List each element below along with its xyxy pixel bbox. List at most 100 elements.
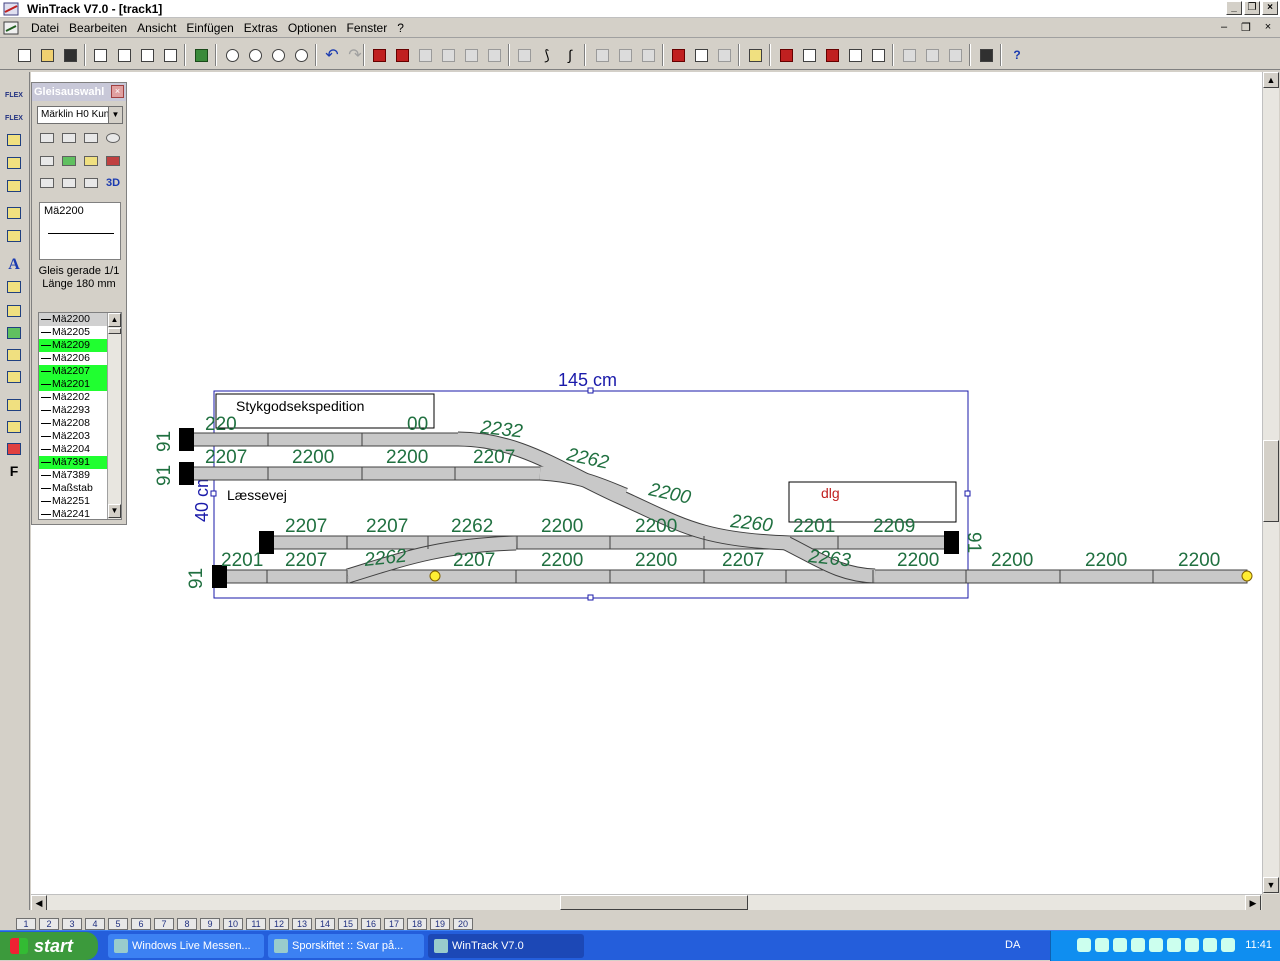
- page-tab[interactable]: 1: [16, 918, 36, 930]
- page-tabs-row: 1 2 3 4 5 6 7 8 9 10 11 12 13 14 15 16 17 18 19 20: [0, 910, 1280, 930]
- horizontal-scrollbar[interactable]: ◀ ▶: [31, 894, 1262, 911]
- tree-icon[interactable]: [60, 153, 78, 169]
- track-label: 2207: [722, 550, 764, 571]
- task-messenger[interactable]: Windows Live Messen...: [108, 934, 264, 958]
- track-label: 2200: [386, 447, 428, 468]
- page-tab[interactable]: 9: [200, 918, 220, 930]
- track-label: 2200: [541, 550, 583, 571]
- tray-icon: [1221, 938, 1235, 952]
- page-tab[interactable]: 14: [315, 918, 335, 930]
- tray-icon: [1131, 938, 1145, 952]
- track-layout: 145 cm 40 cm Stykgodsekspedition dlg Læs…: [154, 370, 1253, 601]
- track-label: 2207: [453, 550, 495, 571]
- scroll-right-icon[interactable]: ▶: [1245, 895, 1261, 911]
- page-tab[interactable]: 12: [269, 918, 289, 930]
- page-tab[interactable]: 13: [292, 918, 312, 930]
- track-symbol-icon: [41, 318, 51, 320]
- page-tab[interactable]: 7: [154, 918, 174, 930]
- track-label: 2262: [451, 516, 493, 537]
- platform-icon[interactable]: [82, 153, 100, 169]
- track-label: 2201: [221, 550, 263, 571]
- language-indicator[interactable]: DA: [1005, 939, 1020, 951]
- track-list[interactable]: Mä2200 Mä2205 Mä2209 Mä2206 Mä2207 Mä2201 Mä22…: [38, 312, 122, 520]
- switch-track-icon[interactable]: [82, 130, 100, 146]
- tray-icon: [1167, 938, 1181, 952]
- scroll-up-icon[interactable]: ▲: [108, 313, 121, 327]
- start-button[interactable]: start: [0, 932, 98, 960]
- up-arrow-icon[interactable]: [60, 175, 78, 191]
- track-label: 2200: [292, 447, 334, 468]
- track-preview: Mä2200: [39, 202, 121, 260]
- track-label: 2200: [635, 550, 677, 571]
- tray-icon: [1149, 938, 1163, 952]
- system-tray: DA 11:41: [1005, 931, 1280, 961]
- end-label: 91: [154, 431, 175, 452]
- page-tab[interactable]: 16: [361, 918, 381, 930]
- page-tab[interactable]: 2: [39, 918, 59, 930]
- 3d-view-icon[interactable]: 3D: [104, 175, 122, 191]
- dlg-label: dlg: [821, 485, 840, 501]
- page-tab[interactable]: 17: [384, 918, 404, 930]
- page-tab[interactable]: 4: [85, 918, 105, 930]
- tray-icon: [1095, 938, 1109, 952]
- track-selection-palette: Gleisauswahl × Märklin H0 Kunststoff ▼ 3…: [31, 82, 127, 525]
- track-symbol-icon: [41, 500, 51, 502]
- track-label: 2263: [806, 546, 852, 571]
- track-label: 2207: [473, 447, 515, 468]
- track-symbol-icon: [41, 461, 51, 463]
- track-label: 2209: [873, 516, 915, 537]
- page-tab[interactable]: 3: [62, 918, 82, 930]
- catalog-select[interactable]: Märklin H0 Kunststoff ▼: [37, 106, 123, 124]
- house-icon[interactable]: [38, 153, 56, 169]
- page-tab[interactable]: 10: [223, 918, 243, 930]
- width-dimension-label: 145 cm: [558, 370, 617, 390]
- track-label: 2200: [897, 550, 939, 571]
- stykgods-label: Stykgodsekspedition: [236, 398, 364, 414]
- track-list-scrollbar[interactable]: ▲ ▼: [107, 313, 121, 519]
- scroll-left-icon[interactable]: ◀: [31, 895, 47, 911]
- scroll-down-icon[interactable]: ▼: [108, 504, 121, 518]
- page-tab[interactable]: 15: [338, 918, 358, 930]
- vertical-scroll-thumb[interactable]: [1263, 440, 1279, 522]
- track-symbol-icon: [41, 331, 51, 333]
- track-label: 2200: [991, 550, 1033, 571]
- curved-track-icon[interactable]: [60, 130, 78, 146]
- page-tab[interactable]: 19: [430, 918, 450, 930]
- page-tab[interactable]: 20: [453, 918, 473, 930]
- page-tab[interactable]: 18: [407, 918, 427, 930]
- vertical-scrollbar[interactable]: ▲ ▼: [1262, 72, 1279, 894]
- page-tab[interactable]: 11: [246, 918, 266, 930]
- parts-icon[interactable]: [38, 175, 56, 191]
- palette-close-button[interactable]: ×: [111, 85, 124, 98]
- horizontal-scroll-thumb[interactable]: [560, 895, 748, 910]
- track-symbol-icon: [41, 487, 51, 489]
- track-symbol-icon: [41, 422, 51, 424]
- train-icon[interactable]: [104, 153, 122, 169]
- track-label: 2200: [1178, 550, 1220, 571]
- messenger-icon: [114, 939, 128, 953]
- open-end-marker: [429, 570, 441, 582]
- track-symbol-icon: [41, 435, 51, 437]
- chevron-down-icon[interactable]: ▼: [108, 107, 122, 123]
- scroll-up-icon[interactable]: ▲: [1263, 72, 1279, 88]
- down-arrow-icon[interactable]: [82, 175, 100, 191]
- task-browser[interactable]: Sporskiftet :: Svar på...: [268, 934, 424, 958]
- tray-icon: [1077, 938, 1091, 952]
- page-tab[interactable]: 5: [108, 918, 128, 930]
- track-label: 2207: [205, 447, 247, 468]
- page-tab[interactable]: 8: [177, 918, 197, 930]
- track-label: 00: [407, 414, 428, 435]
- track-desc-line2: Länge 180 mm: [42, 278, 116, 290]
- track-symbol-icon: [41, 357, 51, 359]
- straight-track-icon[interactable]: [38, 130, 56, 146]
- laessevej-label: Læssevej: [227, 487, 287, 503]
- task-wintrack[interactable]: WinTrack V7.0: [428, 934, 584, 958]
- turntable-icon[interactable]: [104, 130, 122, 146]
- track-description: Gleis gerade 1/1 Länge 180 mm: [32, 265, 126, 291]
- track-symbol-icon: [41, 513, 51, 515]
- track-label: 220: [205, 414, 237, 435]
- page-tab[interactable]: 6: [131, 918, 151, 930]
- track-symbol-icon: [41, 448, 51, 450]
- straight-track-preview-line: [48, 233, 114, 234]
- scroll-down-icon[interactable]: ▼: [1263, 877, 1279, 893]
